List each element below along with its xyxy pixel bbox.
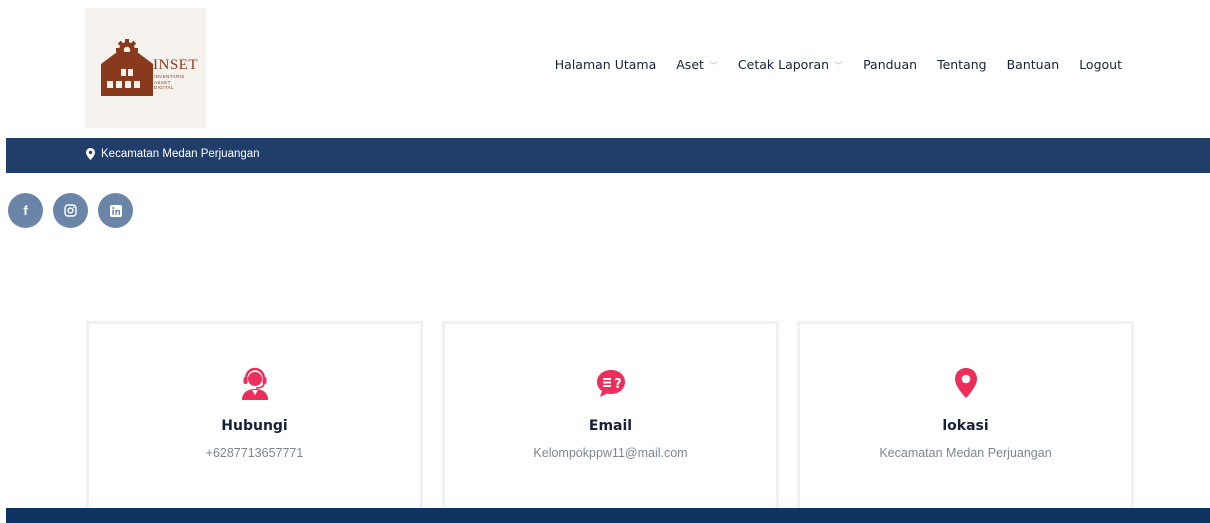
card-phone-value: +6287713657771 [205, 446, 304, 460]
nav-tentang[interactable]: Tentang [937, 57, 987, 72]
nav-aset[interactable]: Aset ﹀ [676, 57, 718, 72]
topbar-location: Kecamatan Medan Perjuangan [86, 148, 260, 160]
instagram-button[interactable] [53, 193, 88, 228]
card-title: lokasi [942, 418, 989, 434]
card-location-value: Kecamatan Medan Perjuangan [879, 446, 1052, 460]
top-info-bar: Kecamatan Medan Perjuangan [6, 138, 1210, 173]
nav-halaman-utama[interactable]: Halaman Utama [555, 57, 656, 72]
chevron-down-icon: ﹀ [708, 61, 718, 72]
nav-panduan[interactable]: Panduan [863, 57, 917, 72]
logo-name: INSET [153, 57, 198, 73]
card-email-value: Kelompokppw11@mail.com [533, 446, 688, 460]
warehouse-gear-icon [101, 39, 153, 96]
topbar-location-text: Kecamatan Medan Perjuangan [101, 148, 260, 160]
contact-card-email: ? Email Kelompokppw11@mail.com [442, 321, 779, 511]
logo[interactable]: INSET INVENTARIS ASSET DIGITAL [85, 8, 206, 128]
card-title: Hubungi [221, 418, 288, 434]
linkedin-button[interactable] [98, 193, 133, 228]
chat-question-icon: ? [596, 370, 625, 397]
map-marker-icon [86, 148, 95, 160]
nav-cetak-laporan[interactable]: Cetak Laporan ﹀ [738, 57, 843, 72]
main-nav: Halaman Utama Aset ﹀ Cetak Laporan ﹀ Pandu… [535, 54, 1122, 74]
instagram-icon [64, 204, 77, 217]
contact-card-hubungi: Hubungi +6287713657771 [86, 321, 423, 511]
logo-subtitle: INVENTARIS ASSET DIGITAL [154, 74, 185, 90]
nav-logout[interactable]: Logout [1079, 57, 1122, 72]
facebook-button[interactable]: f [8, 193, 43, 228]
social-links: f [8, 193, 143, 228]
customer-service-icon [241, 367, 268, 400]
facebook-icon: f [23, 203, 28, 218]
linkedin-icon [109, 204, 122, 217]
logo-graphic: INSET INVENTARIS ASSET DIGITAL [99, 38, 199, 98]
footer-bar [6, 508, 1210, 523]
card-title: Email [588, 418, 633, 434]
map-pin-icon [954, 368, 977, 398]
contact-card-lokasi: lokasi Kecamatan Medan Perjuangan [797, 321, 1134, 511]
svg-text:?: ? [614, 377, 622, 392]
nav-bantuan[interactable]: Bantuan [1007, 57, 1060, 72]
chevron-down-icon: ﹀ [834, 61, 844, 72]
